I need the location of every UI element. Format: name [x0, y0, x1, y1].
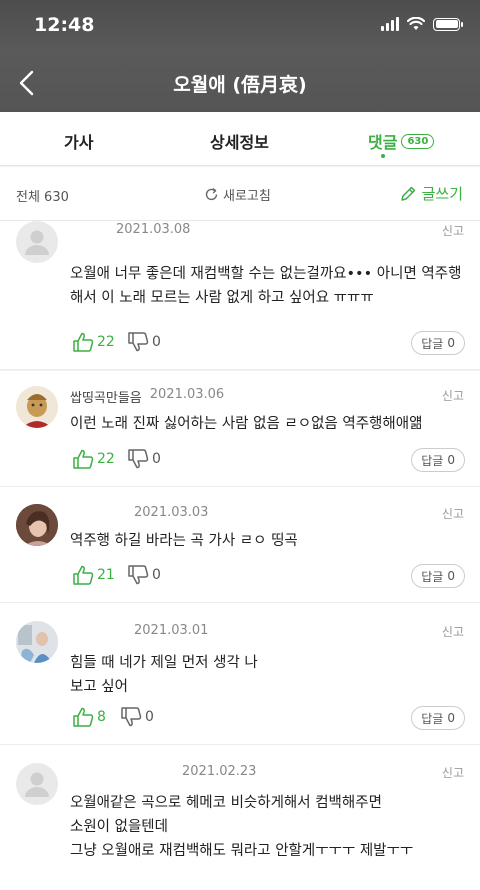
tab-bar: 가사 상세정보 댓글 630 [0, 112, 480, 166]
comment-author [70, 764, 174, 779]
comment-author [70, 623, 126, 638]
comment-meta: 2021.02.23 [70, 764, 256, 779]
reply-label: 답글 [421, 453, 444, 468]
like-button[interactable]: 21 [72, 565, 115, 585]
thumbs-down-icon [128, 332, 149, 352]
dislike-count: 0 [145, 709, 154, 725]
comment-item: 2021.02.23 신고 오월애같은 곡으로 헤메코 비슷하게해서 컴백해주면… [0, 745, 480, 890]
comment-text: 힘들 때 네가 제일 먼저 생각 나 보고 싶어 [70, 655, 258, 695]
wifi-icon [407, 17, 425, 30]
like-count: 21 [97, 567, 115, 583]
reply-count: 0 [447, 569, 455, 583]
comment-date: 2021.02.23 [182, 764, 257, 779]
status-icons [381, 17, 463, 31]
reply-button[interactable]: 답글 0 [411, 448, 465, 472]
report-button[interactable]: 신고 [442, 222, 464, 239]
comment-item: 2021.03.01 신고 힘들 때 네가 제일 먼저 생각 나 보고 싶어 8… [0, 603, 480, 745]
comment-count-badge: 630 [401, 133, 435, 149]
tab-details[interactable]: 상세정보 [210, 129, 269, 153]
dislike-count: 0 [152, 451, 161, 467]
comment-text: 역주행 하길 바라는 곡 가사 ㄹㅇ 띵곡 [70, 533, 298, 549]
tab-lyrics[interactable]: 가사 [64, 129, 93, 153]
like-button[interactable]: 8 [72, 707, 106, 727]
reply-button[interactable]: 답글 0 [411, 706, 465, 730]
thumbs-down-icon [121, 707, 142, 727]
default-avatar-icon [16, 763, 58, 805]
comment-date: 2021.03.03 [134, 505, 209, 520]
like-count: 22 [97, 451, 115, 467]
write-button[interactable]: 글쓰기 [399, 183, 463, 204]
dislike-button[interactable]: 0 [127, 332, 161, 352]
dislike-button[interactable]: 0 [127, 565, 161, 585]
like-count: 8 [97, 709, 106, 725]
comment-item: 2021.03.03 신고 역주행 하길 바라는 곡 가사 ㄹㅇ 띵곡 21 0… [0, 487, 480, 603]
reply-label: 답글 [421, 569, 444, 584]
comment-toolbar: 전체 630 새로고침 글쓰기 [0, 167, 480, 221]
character-avatar [16, 386, 58, 428]
default-avatar-icon [16, 221, 58, 263]
comment-text: 오월애같은 곡으로 헤메코 비슷하게해서 컴백해주면 소원이 없을텐데 그냥 오… [70, 795, 414, 859]
total-count: 전체 630 [16, 190, 69, 205]
comment-list: 2021.03.08 신고 오월애 너무 좋은데 재컴백할 수는 없는걸까요••… [0, 221, 480, 890]
comment-item: 쌉띵곡만들음 2021.03.06 신고 이런 노래 진짜 싫어하는 사람 없음… [0, 371, 480, 487]
comment-item: 2021.03.08 신고 오월애 너무 좋은데 재컴백할 수는 없는걸까요••… [0, 221, 480, 370]
reply-label: 답글 [421, 711, 444, 726]
comment-date: 2021.03.08 [116, 222, 191, 237]
thumbs-up-icon [73, 565, 94, 585]
active-tab-indicator [381, 154, 385, 158]
tab-comments[interactable]: 댓글 630 [368, 129, 435, 153]
refresh-button[interactable]: 새로고침 [203, 185, 271, 204]
write-label: 글쓰기 [421, 185, 463, 203]
like-button[interactable]: 22 [72, 332, 115, 352]
comment-text: 오월애 너무 좋은데 재컴백할 수는 없는걸까요••• 아니면 역주행해서 이 … [70, 266, 462, 306]
reply-button[interactable]: 답글 0 [411, 564, 465, 588]
reply-count: 0 [447, 336, 455, 350]
reply-label: 답글 [421, 336, 444, 351]
report-button[interactable]: 신고 [442, 623, 464, 640]
comment-meta: 쌉띵곡만들음 2021.03.06 [70, 387, 224, 406]
photo-avatar [16, 504, 58, 546]
comment-author [70, 505, 126, 520]
battery-icon [433, 17, 463, 31]
thumbs-up-icon [73, 707, 94, 727]
report-button[interactable]: 신고 [442, 764, 464, 781]
like-count: 22 [97, 334, 115, 350]
like-button[interactable]: 22 [72, 449, 115, 469]
comment-date: 2021.03.06 [149, 387, 225, 402]
comment-meta: 2021.03.01 [70, 623, 208, 638]
reply-count: 0 [447, 711, 455, 725]
report-button[interactable]: 신고 [442, 505, 464, 522]
reply-count: 0 [447, 453, 455, 467]
refresh-icon [205, 187, 218, 201]
comment-author [70, 222, 108, 237]
comment-text: 이런 노래 진짜 싫어하는 사람 없음 ㄹㅇ없음 역주행해애얢 [70, 416, 423, 432]
comment-author: 쌉띵곡만들음 [70, 391, 142, 406]
dislike-button[interactable]: 0 [127, 449, 161, 469]
dislike-button[interactable]: 0 [120, 707, 154, 727]
thumbs-down-icon [128, 565, 149, 585]
page-title: 오월애 (俉月哀) [173, 74, 307, 96]
comment-meta: 2021.03.08 [70, 222, 190, 237]
tab-comments-label: 댓글 [368, 133, 398, 152]
dislike-count: 0 [152, 334, 161, 350]
photo-avatar-2 [16, 621, 58, 663]
pencil-icon [400, 186, 415, 201]
dislike-count: 0 [152, 567, 161, 583]
signal-icon [381, 17, 399, 31]
reply-button[interactable]: 답글 0 [411, 331, 465, 355]
thumbs-down-icon [128, 449, 149, 469]
status-time: 12:48 [34, 14, 95, 36]
app-header: 12:48 오월애 (俉月哀) [0, 0, 480, 112]
thumbs-up-icon [73, 332, 94, 352]
comment-date: 2021.03.01 [134, 623, 209, 638]
refresh-label: 새로고침 [223, 189, 271, 204]
comment-meta: 2021.03.03 [70, 505, 208, 520]
report-button[interactable]: 신고 [442, 387, 464, 404]
thumbs-up-icon [73, 449, 94, 469]
